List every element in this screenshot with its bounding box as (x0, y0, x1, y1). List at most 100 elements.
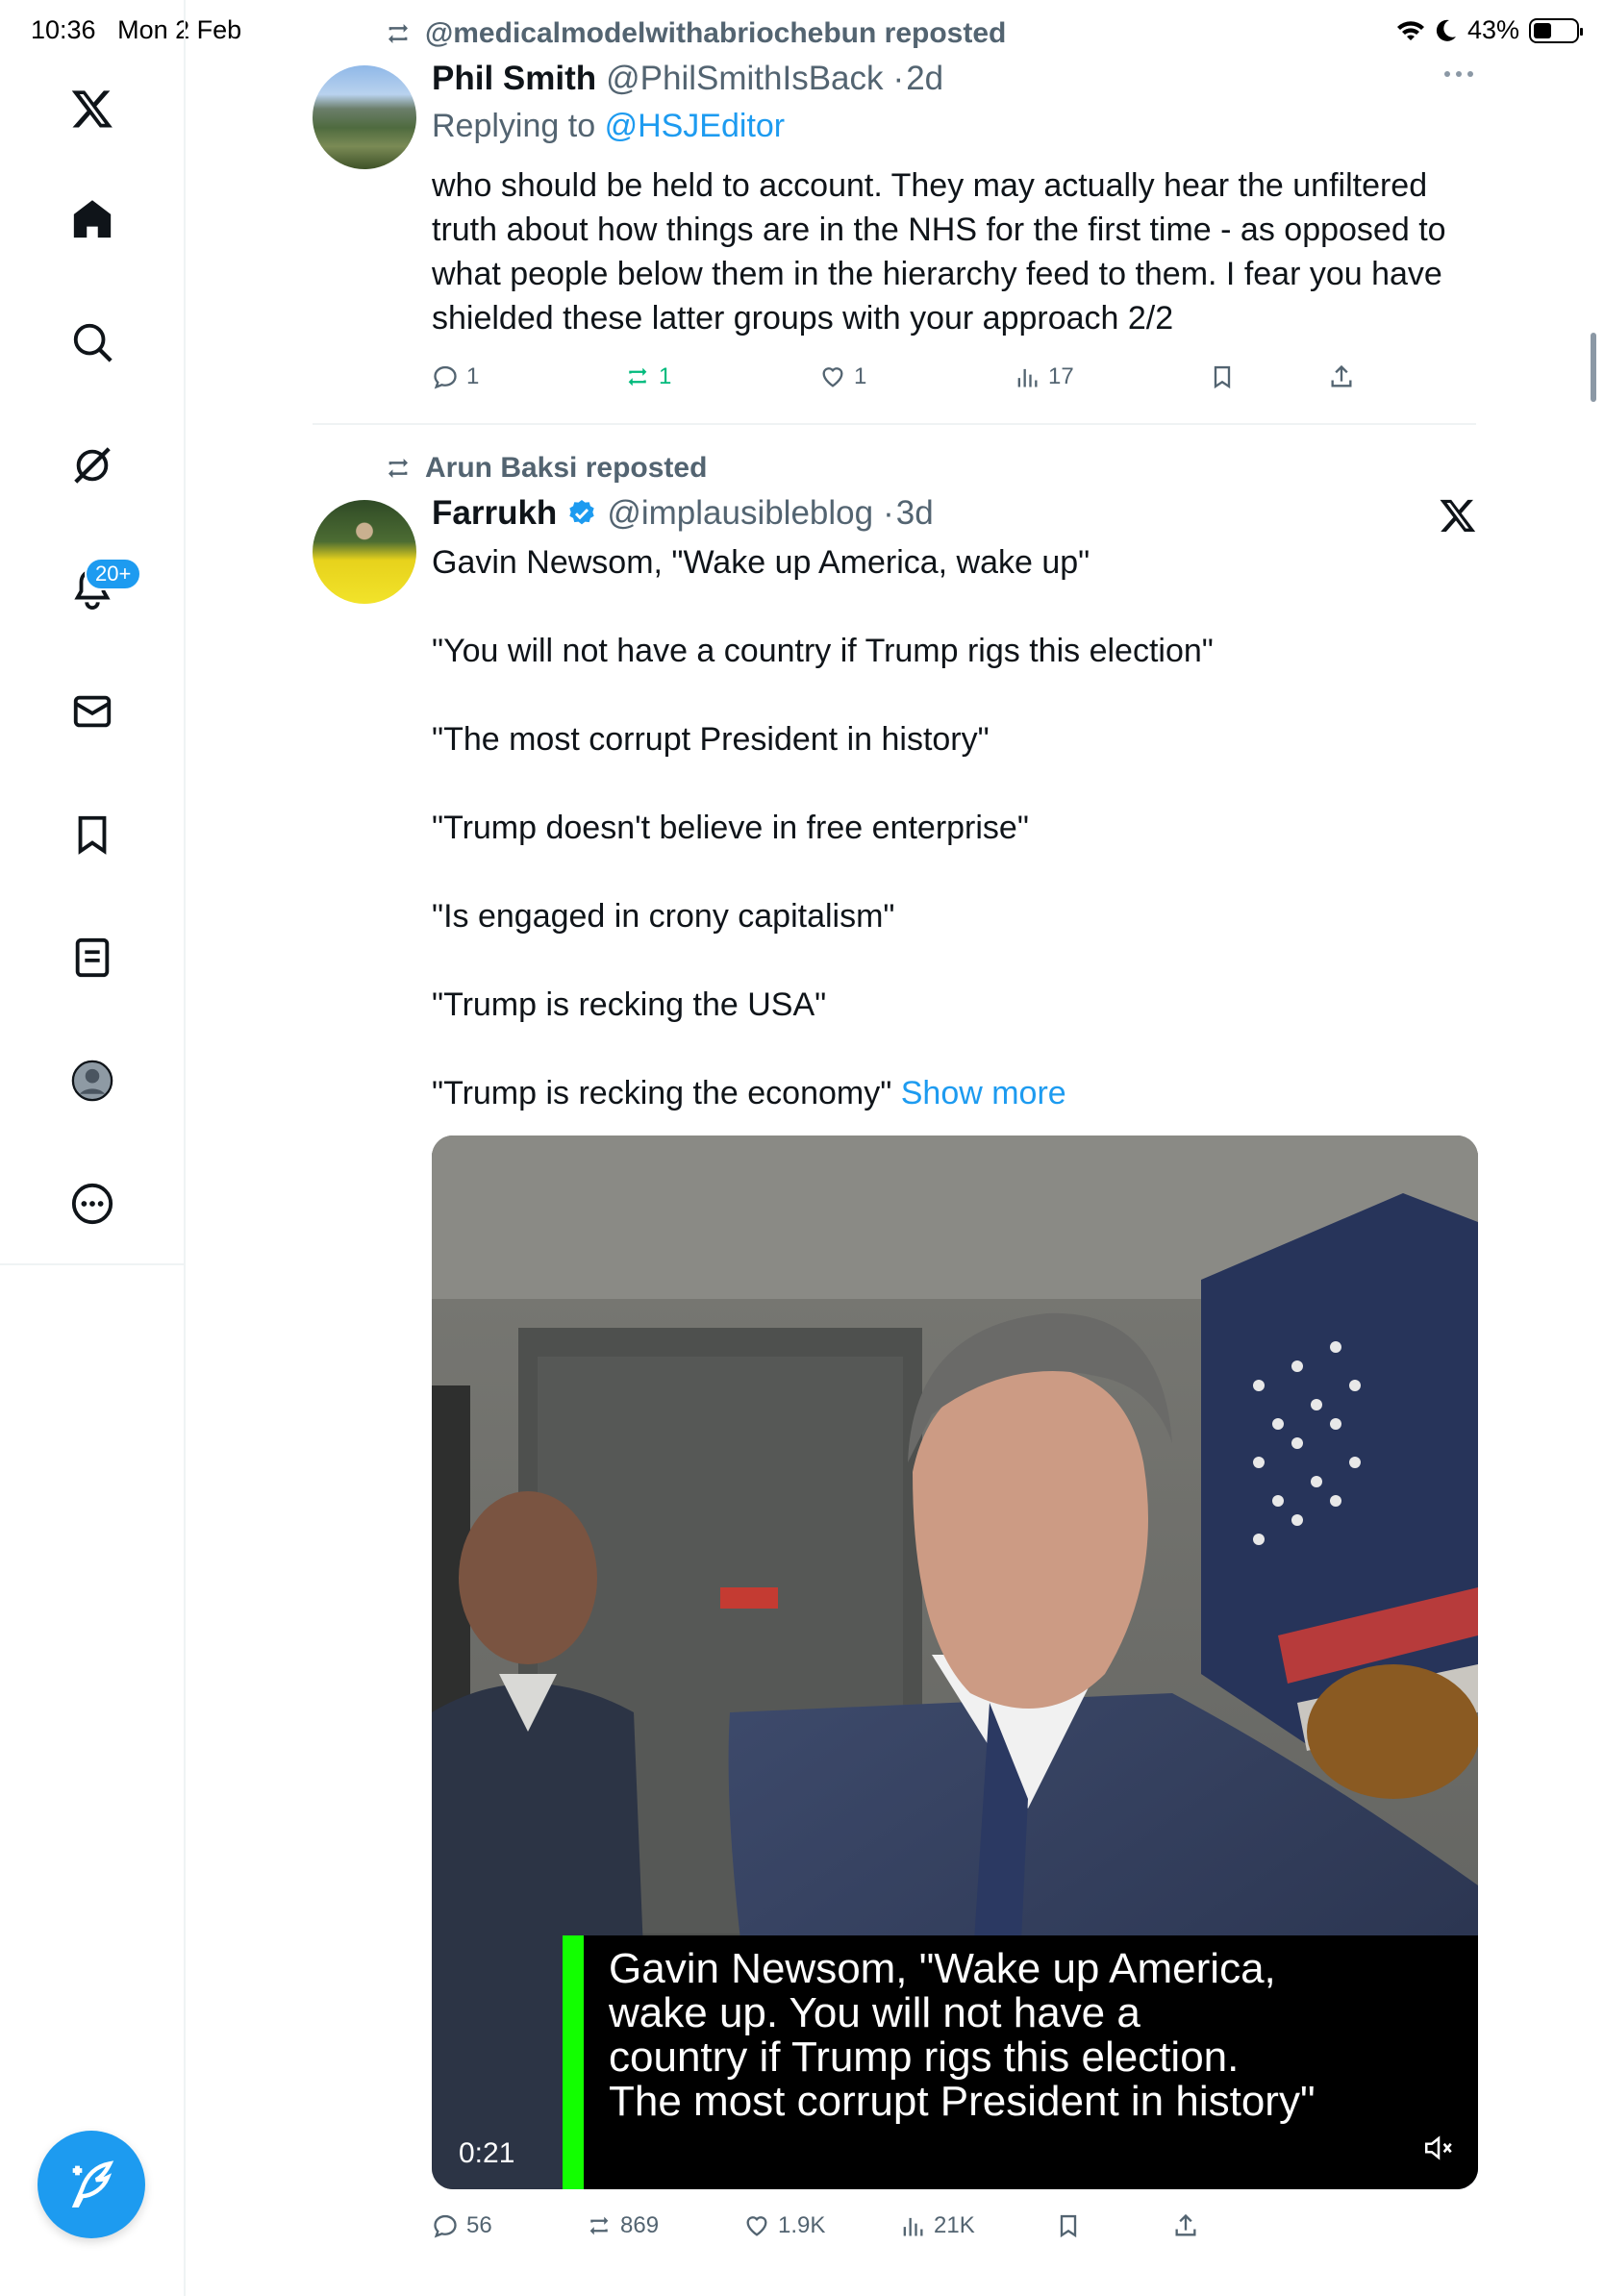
tweet-header: Farrukh @implausibleblog · 3d (432, 494, 934, 533)
repost-icon (589, 2216, 609, 2235)
video-duration: 0:21 (459, 2137, 515, 2169)
view-count: 21K (934, 2212, 975, 2238)
tweet-text-line: truth about how things are in the NHS fo… (432, 212, 1446, 248)
tweet-paragraph: "Is engaged in crony capitalism" (432, 898, 895, 935)
repost-label: @medicalmodelwithabriochebun reposted (425, 17, 1007, 49)
tweet-text-line: what people below them in the hierarchy … (432, 256, 1442, 292)
video-caption: Gavin Newsom, "Wake up America, wake up.… (609, 1947, 1316, 2124)
tweet-actions: 1 1 1 17 (432, 358, 1480, 396)
avatar[interactable] (313, 500, 416, 604)
x-logo-icon[interactable] (54, 70, 131, 147)
repost-count: 869 (620, 2212, 660, 2238)
tweet-paragraph: "Trump is recking the economy" (432, 1075, 892, 1111)
reply-count: 1 (466, 363, 480, 389)
share-icon (1175, 2213, 1196, 2236)
repost-count: 1 (659, 363, 672, 389)
status-bar-right: 43% (1396, 15, 1583, 45)
tweet-paragraph: "The most corrupt President in history" (432, 721, 990, 758)
tweet-text-line: shielded these latter groups with your a… (432, 300, 1174, 337)
tweet-paragraph: "Trump doesn't believe in free enterpris… (432, 810, 1029, 846)
caption-line: The most corrupt President in history" (609, 2078, 1316, 2125)
bookmark-button[interactable] (1209, 363, 1236, 390)
moon-icon (1436, 19, 1456, 41)
like-button[interactable]: 1 (819, 363, 866, 390)
repost-indicator[interactable]: Arun Baksi reposted (383, 452, 707, 485)
caption-accent-bar (563, 1935, 584, 2189)
views-icon (1017, 368, 1038, 387)
reply-count: 56 (466, 2212, 492, 2238)
like-count: 1 (854, 363, 867, 389)
views-icon (903, 2217, 923, 2236)
battery-icon (1529, 17, 1583, 43)
video-player[interactable]: Gavin Newsom, "Wake up America, wake up.… (432, 1136, 1478, 2189)
replying-to-handle[interactable]: @HSJEditor (605, 108, 786, 144)
tweet-paragraph: "You will not have a country if Trump ri… (432, 633, 1214, 669)
compose-icon (71, 2160, 114, 2208)
tweet-time[interactable]: 3d (896, 494, 934, 533)
repost-button[interactable]: 869 (586, 2212, 659, 2239)
home-icon[interactable] (54, 181, 131, 258)
author-handle[interactable]: @implausibleblog (607, 494, 873, 533)
replying-label: Replying to (432, 108, 596, 144)
more-icon[interactable] (54, 1165, 131, 1242)
bookmarks-icon[interactable] (54, 796, 131, 873)
separator-dot: · (892, 60, 905, 97)
tweet-divider (313, 423, 1476, 425)
repost-label: Arun Baksi reposted (425, 452, 708, 484)
lists-icon[interactable] (54, 919, 131, 996)
x-logo-icon[interactable] (1439, 496, 1477, 539)
tweet-header: Phil Smith @PhilSmithIsBack · 2d (432, 60, 943, 98)
caption-line: Gavin Newsom, "Wake up America, (609, 1945, 1276, 1992)
caption-line: wake up. You will not have a (609, 1989, 1140, 2036)
views-button[interactable]: 17 (1014, 363, 1074, 390)
messages-icon[interactable] (54, 673, 131, 750)
reply-icon (434, 2214, 457, 2238)
heart-icon (822, 367, 843, 387)
tweet-time[interactable]: 2d (906, 60, 943, 98)
scrollbar-thumb[interactable] (1591, 333, 1596, 402)
compose-button[interactable] (38, 2131, 145, 2238)
reply-button[interactable]: 56 (432, 2212, 492, 2239)
author-name[interactable]: Farrukh (432, 494, 557, 533)
tweet-actions: 56 869 1.9K 21K (432, 2207, 1480, 2245)
more-options-icon[interactable] (1442, 67, 1475, 85)
profile-icon[interactable] (54, 1042, 131, 1119)
repost-button[interactable]: 1 (624, 363, 671, 390)
repost-indicator[interactable]: @medicalmodelwithabriochebun reposted (383, 17, 1006, 50)
repost-icon (388, 24, 408, 43)
views-button[interactable]: 21K (899, 2212, 975, 2239)
author-name[interactable]: Phil Smith (432, 60, 596, 98)
video-caption-box: Gavin Newsom, "Wake up America, wake up.… (563, 1935, 1478, 2189)
tweet-paragraph: "Trump is recking the USA" (432, 986, 827, 1023)
reply-button[interactable]: 1 (432, 363, 479, 390)
show-more-link[interactable]: Show more (901, 1075, 1066, 1111)
tweet-text-line: who should be held to account. They may … (432, 167, 1428, 204)
bookmark-icon (1060, 2214, 1077, 2238)
like-count: 1.9K (778, 2212, 826, 2238)
repost-icon (628, 367, 647, 387)
battery-percent: 43% (1466, 15, 1519, 44)
tweet-paragraph-last: "Trump is recking the economy" Show more (432, 1071, 1490, 1115)
share-button[interactable] (1172, 2212, 1199, 2239)
tweet-text: who should be held to account. They may … (432, 163, 1490, 340)
sidebar-divider (0, 1263, 186, 1265)
author-handle[interactable]: @PhilSmithIsBack (606, 60, 883, 98)
like-button[interactable]: 1.9K (743, 2212, 825, 2239)
reply-icon (434, 365, 457, 389)
bookmark-button[interactable] (1055, 2212, 1082, 2239)
wifi-icon (1396, 20, 1424, 40)
tweet-text: Gavin Newsom, "Wake up America, wake up"… (432, 540, 1490, 1115)
mute-icon[interactable] (1422, 2132, 1455, 2164)
caption-line: country if Trump rigs this election. (609, 2034, 1240, 2081)
verified-badge-icon (569, 500, 594, 525)
search-icon[interactable] (54, 304, 131, 381)
avatar[interactable] (313, 65, 416, 169)
notifications-badge: 20+ (85, 558, 142, 590)
share-button[interactable] (1328, 363, 1355, 390)
grok-icon[interactable] (54, 427, 131, 504)
replying-to: Replying to @HSJEditor (432, 108, 785, 145)
share-icon (1331, 364, 1352, 387)
separator-dot: · (883, 494, 894, 532)
tweet-paragraph: Gavin Newsom, "Wake up America, wake up" (432, 544, 1090, 581)
repost-icon (388, 459, 408, 478)
